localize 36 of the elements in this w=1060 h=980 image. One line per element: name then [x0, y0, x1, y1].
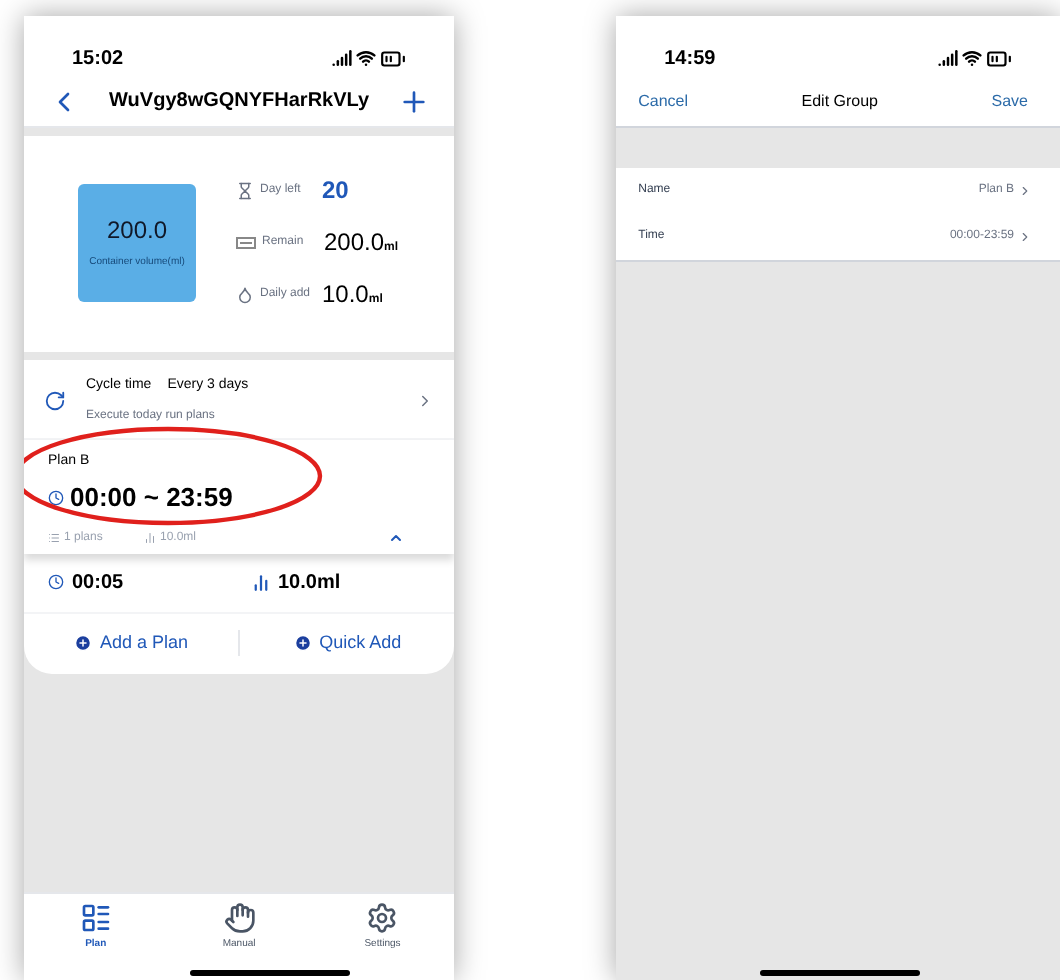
tray-icon [236, 235, 256, 249]
signal-icon [938, 48, 958, 68]
plus-circle-icon [293, 634, 312, 652]
status-time: 15:02 [72, 45, 124, 73]
bar-chart-icon [252, 573, 270, 591]
add-button[interactable]: Add a Plan [74, 629, 189, 657]
plan-time-range: 00:00 ~ 23:59 [70, 480, 233, 516]
battery-icon [380, 45, 407, 71]
device-title: WuVgy8wGQNYFHarRkVLy [109, 88, 370, 116]
save-button[interactable]: Save [991, 89, 1028, 113]
settings-icon [366, 902, 399, 934]
hand-icon [223, 902, 256, 934]
list-icon [79, 902, 112, 934]
add-button[interactable]: Quick Add [293, 629, 402, 657]
clock-icon [48, 489, 64, 506]
chevron-right-icon [1018, 230, 1032, 244]
status-time: 14:59 [664, 45, 716, 73]
entry-time: 00:05 [72, 569, 126, 597]
signal-icon [332, 48, 353, 68]
container-value: 200.0 [106, 214, 168, 249]
stat-value: 20 [322, 174, 349, 208]
chevron-right-icon [1018, 184, 1032, 198]
cancel-button[interactable]: Cancel [638, 89, 689, 113]
entry-amount: 10.0ml [278, 569, 341, 597]
timer-icon [44, 389, 66, 412]
clock-icon [48, 574, 64, 590]
wifi-icon [962, 48, 982, 68]
wifi-icon [356, 48, 377, 68]
plus-circle-icon [74, 634, 92, 652]
screen-title: Edit Group [801, 89, 879, 113]
battery-icon [986, 45, 1012, 71]
bar-chart-icon [144, 532, 156, 544]
collapse-icon[interactable] [388, 530, 405, 546]
hourglass-icon [236, 181, 254, 199]
droplet-icon [236, 285, 254, 303]
list-icon [48, 532, 60, 544]
